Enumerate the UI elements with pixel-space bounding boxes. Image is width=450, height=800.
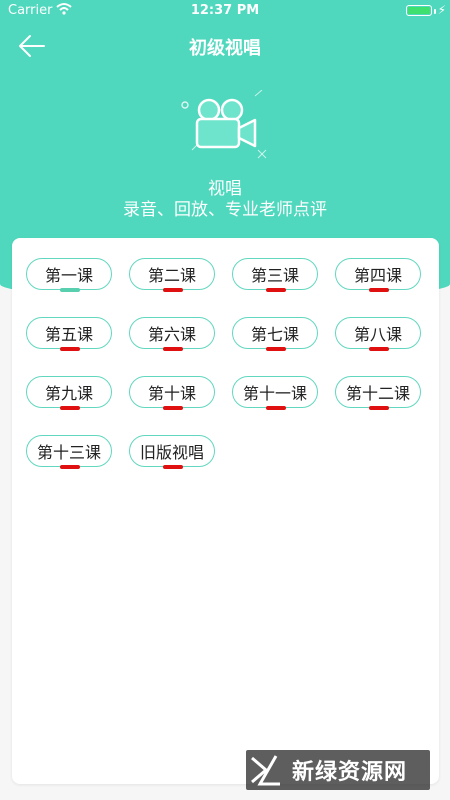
lesson-button[interactable]: 第八课 xyxy=(335,317,421,351)
lesson-status-bar xyxy=(266,347,286,351)
lesson-label: 第十二课 xyxy=(345,384,410,403)
charging-icon: ⚡ xyxy=(437,3,446,17)
battery-tip xyxy=(434,9,436,14)
video-camera-icon xyxy=(181,90,267,159)
status-bar: Carrier 12:37 PM ⚡ xyxy=(0,0,450,22)
hero-subtitle: 录音、回放、专业老师点评 xyxy=(123,200,327,220)
lesson-status-bar xyxy=(163,288,183,292)
navigation-bar: 初级视唱 xyxy=(0,22,450,70)
lesson-status-bar xyxy=(60,465,80,469)
lesson-status-bar xyxy=(60,288,80,292)
lesson-status-bar xyxy=(266,288,286,292)
lesson-button[interactable]: 第十课 xyxy=(129,376,215,410)
lesson-button[interactable]: 第三课 xyxy=(232,258,318,292)
battery-icon xyxy=(406,5,432,16)
lesson-status-bar xyxy=(60,347,80,351)
lesson-button[interactable]: 第四课 xyxy=(335,258,421,292)
lesson-label: 第一课 xyxy=(44,266,93,285)
lesson-button[interactable]: 第二课 xyxy=(129,258,215,292)
lesson-status-bar xyxy=(163,406,183,410)
lesson-card: 第一课 第二课 第三课 第四课第五课 第六课 第七课 第八课第九课 第十课 第十一课 第十二课第十… xyxy=(12,238,439,784)
lesson-status-bar xyxy=(163,347,183,351)
lesson-button[interactable]: 第六课 xyxy=(129,317,215,351)
watermark-text: 新绿资源网 xyxy=(292,760,408,785)
lesson-label: 第十三课 xyxy=(36,443,101,462)
lesson-label: 第五课 xyxy=(44,325,93,344)
lesson-status-bar xyxy=(369,347,389,351)
lesson-label: 第十一课 xyxy=(242,384,307,403)
lesson-button[interactable]: 第五课 xyxy=(26,317,112,351)
lesson-button[interactable]: 第七课 xyxy=(232,317,318,351)
lesson-label: 第六课 xyxy=(147,325,196,344)
status-time: 12:37 PM xyxy=(190,3,260,18)
lesson-button[interactable]: 第十一课 xyxy=(232,376,318,410)
lesson-label: 第八课 xyxy=(353,325,402,344)
lesson-button[interactable]: 旧版视唱 xyxy=(129,435,215,469)
lesson-button[interactable]: 第九课 xyxy=(26,376,112,410)
lesson-label: 第四课 xyxy=(353,266,402,285)
lesson-button[interactable]: 第十三课 xyxy=(26,435,112,469)
lesson-label: 旧版视唱 xyxy=(139,443,204,462)
lesson-status-bar xyxy=(60,406,80,410)
lesson-status-bar xyxy=(369,288,389,292)
lesson-label: 第十课 xyxy=(147,384,196,403)
lesson-button[interactable]: 第十二课 xyxy=(335,376,421,410)
lesson-label: 第九课 xyxy=(44,384,93,403)
lesson-status-bar xyxy=(369,406,389,410)
watermark: 新绿资源网 xyxy=(246,750,430,790)
watermark-logo-icon xyxy=(251,755,280,786)
lesson-status-bar xyxy=(163,465,183,469)
lesson-grid: 第一课 第二课 第三课 第四课第五课 第六课 第七课 第八课第九课 第十课 第十一课 第十二课第十… xyxy=(26,258,431,469)
lesson-label: 第三课 xyxy=(250,266,299,285)
lesson-button[interactable]: 第一课 xyxy=(26,258,112,292)
lesson-label: 第二课 xyxy=(147,266,196,285)
lesson-status-bar xyxy=(266,406,286,410)
page-title: 初级视唱 xyxy=(189,38,261,59)
lesson-label: 第七课 xyxy=(250,325,299,344)
